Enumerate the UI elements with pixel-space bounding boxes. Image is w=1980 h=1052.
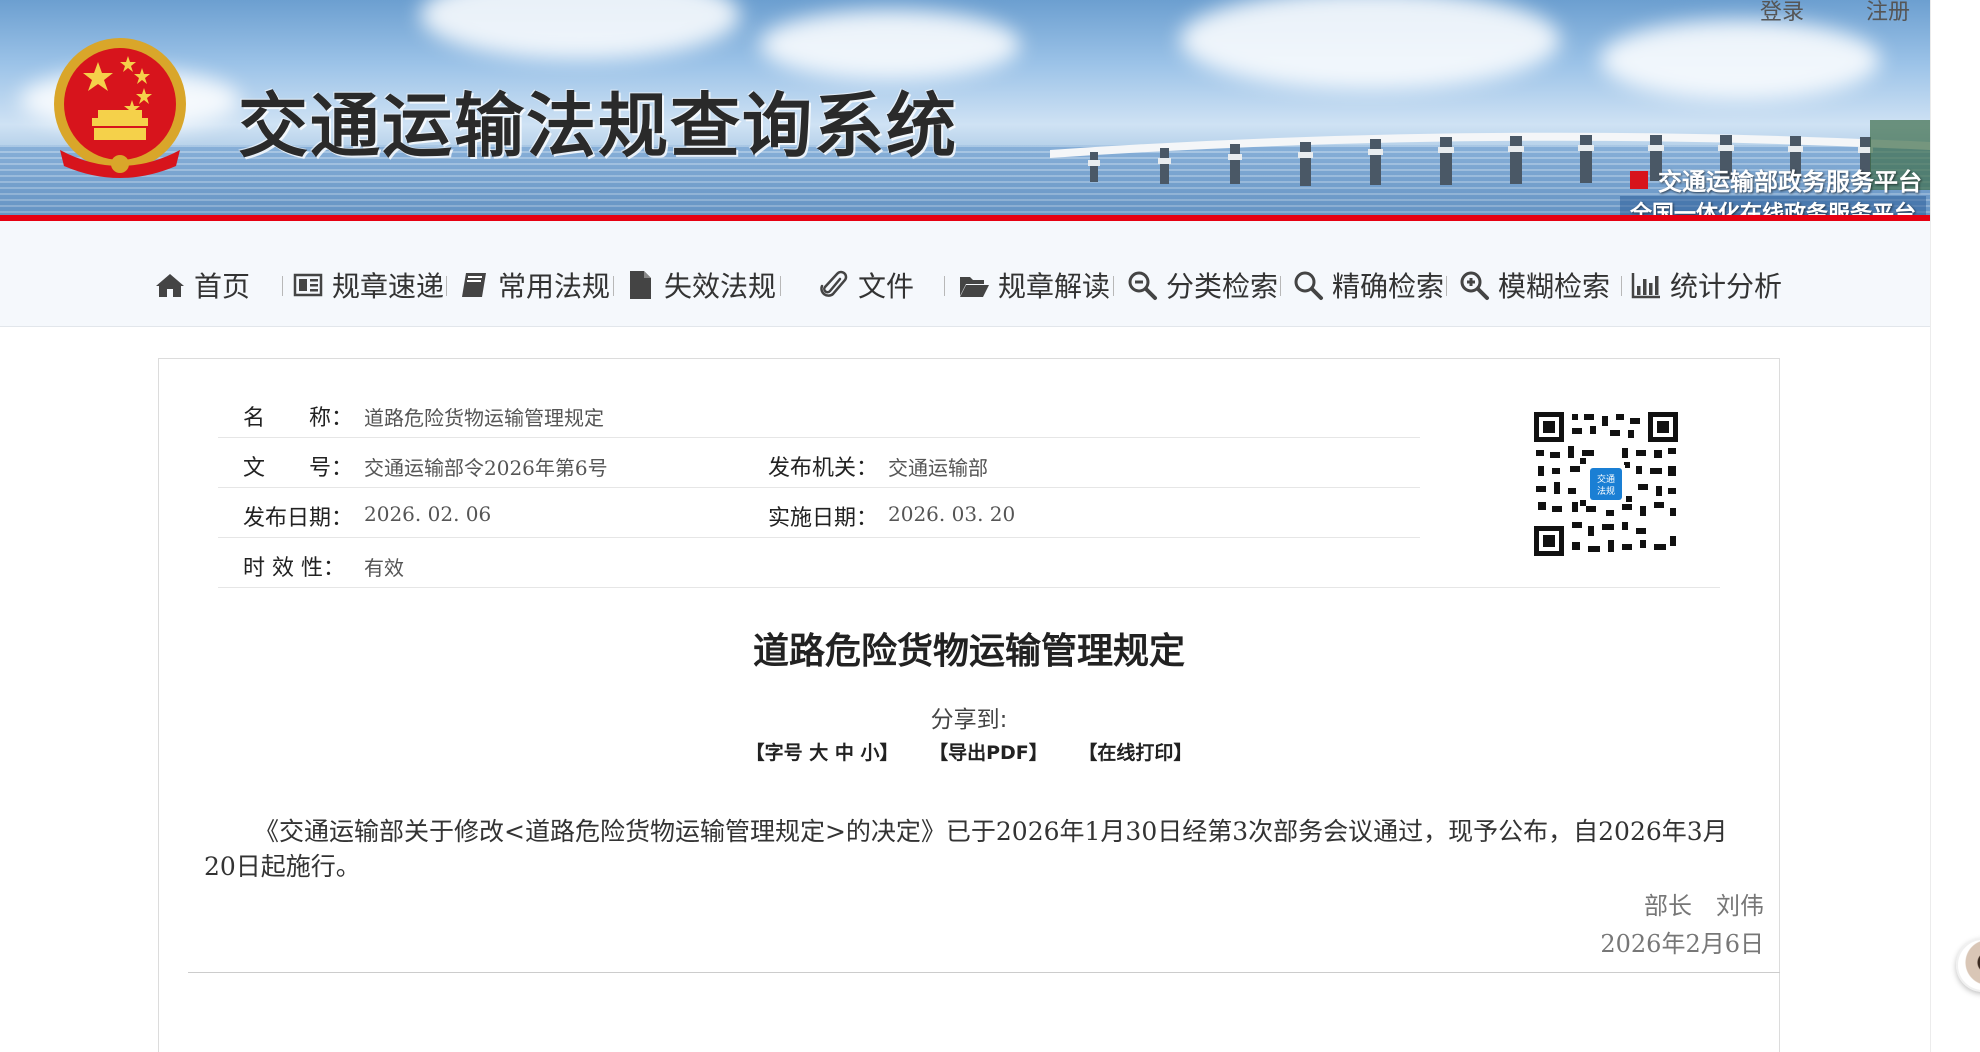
national-emblem-icon (54, 38, 186, 178)
file-icon (630, 271, 651, 299)
font-size-toggle[interactable]: 【字号 大 中 小】 (746, 738, 899, 765)
nav-separator (613, 276, 614, 296)
nav-label: 规章速递 (332, 270, 445, 303)
nav-label: 模糊检索 (1498, 270, 1611, 303)
nav-item-rules-express[interactable]: 规章速递 (292, 262, 444, 308)
nav-label: 精确检索 (1332, 270, 1445, 303)
book-icon (462, 273, 486, 297)
signer: 部长 刘伟 (1644, 892, 1764, 920)
print-button[interactable]: 【在线打印】 (1078, 738, 1192, 765)
cloud-decoration (1600, 20, 1880, 100)
platform-link-mot[interactable]: 交通运输部政务服务平台 (1630, 162, 1922, 197)
docno-label: 文 号： (243, 456, 354, 481)
nav-item-statistics[interactable]: 统计分析 (1630, 262, 1782, 308)
home-icon (156, 274, 184, 297)
nav-label: 文件 (858, 270, 915, 303)
site-title: 交通运输法规查询系统 (238, 84, 958, 167)
nav-item-common-laws[interactable]: 常用法规 (458, 262, 610, 308)
name-label: 名 称： (243, 406, 354, 431)
paperclip-icon (820, 270, 848, 297)
qr-badge-text: 交通 (1597, 473, 1615, 485)
nav-separator (780, 276, 781, 296)
cloud-decoration (420, 0, 740, 60)
nav-item-exact-search[interactable]: 精确检索 (1292, 262, 1444, 308)
nav-item-home[interactable]: 首页 (154, 262, 250, 308)
nav-item-category-search[interactable]: 分类检索 (1126, 262, 1278, 308)
nav-separator (1446, 276, 1447, 296)
nav-label: 首页 (194, 270, 251, 303)
validity-value: 有效 (364, 556, 404, 580)
nav-label: 规章解读 (998, 270, 1111, 303)
platform-link-national[interactable]: 全国一体化在线政务服务平台 (1620, 196, 1927, 215)
register-link[interactable]: 注册 (1866, 0, 1910, 26)
red-square-icon (1630, 170, 1648, 189)
platform-label: 交通运输部政务服务平台 (1658, 168, 1922, 196)
name-value: 道路危险货物运输管理规定 (364, 406, 604, 430)
export-pdf-button[interactable]: 【导出PDF】 (929, 738, 1048, 765)
nav-label: 分类检索 (1166, 270, 1279, 303)
qr-badge-text: 法规 (1597, 485, 1615, 497)
sign-date: 2026年2月6日 (1600, 930, 1764, 958)
nav-separator (446, 276, 447, 296)
folder-open-icon (960, 277, 989, 297)
content-divider (188, 972, 1780, 973)
issuer-label: 发布机关： (768, 456, 879, 481)
login-link[interactable]: 登录 (1760, 0, 1804, 26)
search-plus-icon (1460, 271, 1489, 300)
search-icon (1294, 271, 1323, 300)
nav-label: 常用法规 (498, 270, 611, 303)
qr-code-icon[interactable]: 交通 法规 (1532, 410, 1680, 558)
nav-separator (944, 276, 945, 296)
nav-label: 失效法规 (664, 270, 777, 303)
document-body: 《交通运输部关于修改<道路危险货物运输管理规定>的决定》已于2026年1月30日… (204, 817, 1728, 881)
effdate-label: 实施日期： (768, 506, 879, 531)
top-links: 登录 注册 (1760, 0, 1910, 26)
site-header: 交通运输法规查询系统 登录 注册 交通运输部政务服务平台 全国一体化在线政务服务… (0, 0, 1930, 215)
nav-label: 统计分析 (1670, 270, 1783, 303)
nav-separator (1280, 276, 1281, 296)
document-title: 道路危险货物运输管理规定 (752, 631, 1185, 672)
pubdate-value: 2026. 02. 06 (364, 502, 492, 526)
nav-separator (1113, 276, 1114, 296)
nav-separator (1621, 276, 1622, 296)
nav-item-rule-interpretation[interactable]: 规章解读 (958, 262, 1110, 308)
docno-value: 交通运输部令2026年第6号 (364, 456, 608, 480)
page-right-margin (1930, 0, 1980, 1052)
nav-item-expired-laws[interactable]: 失效法规 (624, 262, 776, 308)
bar-chart-icon (1631, 273, 1660, 299)
nav-item-fuzzy-search[interactable]: 模糊检索 (1458, 262, 1610, 308)
pubdate-label: 发布日期： (243, 506, 354, 531)
effdate-value: 2026. 03. 20 (888, 502, 1016, 526)
meta-row-validity (218, 538, 1720, 588)
share-label: 分享到: (930, 707, 1008, 733)
validity-label: 时 效 性： (243, 556, 345, 581)
nav-separator (282, 276, 283, 296)
issuer-value: 交通运输部 (888, 456, 988, 480)
document-tools: 【字号 大 中 小】 【导出PDF】 【在线打印】 (158, 738, 1780, 765)
search-minus-icon (1128, 271, 1157, 300)
newspaper-icon (293, 273, 323, 297)
nav-item-files[interactable]: 文件 (818, 262, 914, 308)
cloud-decoration (1180, 0, 1560, 90)
